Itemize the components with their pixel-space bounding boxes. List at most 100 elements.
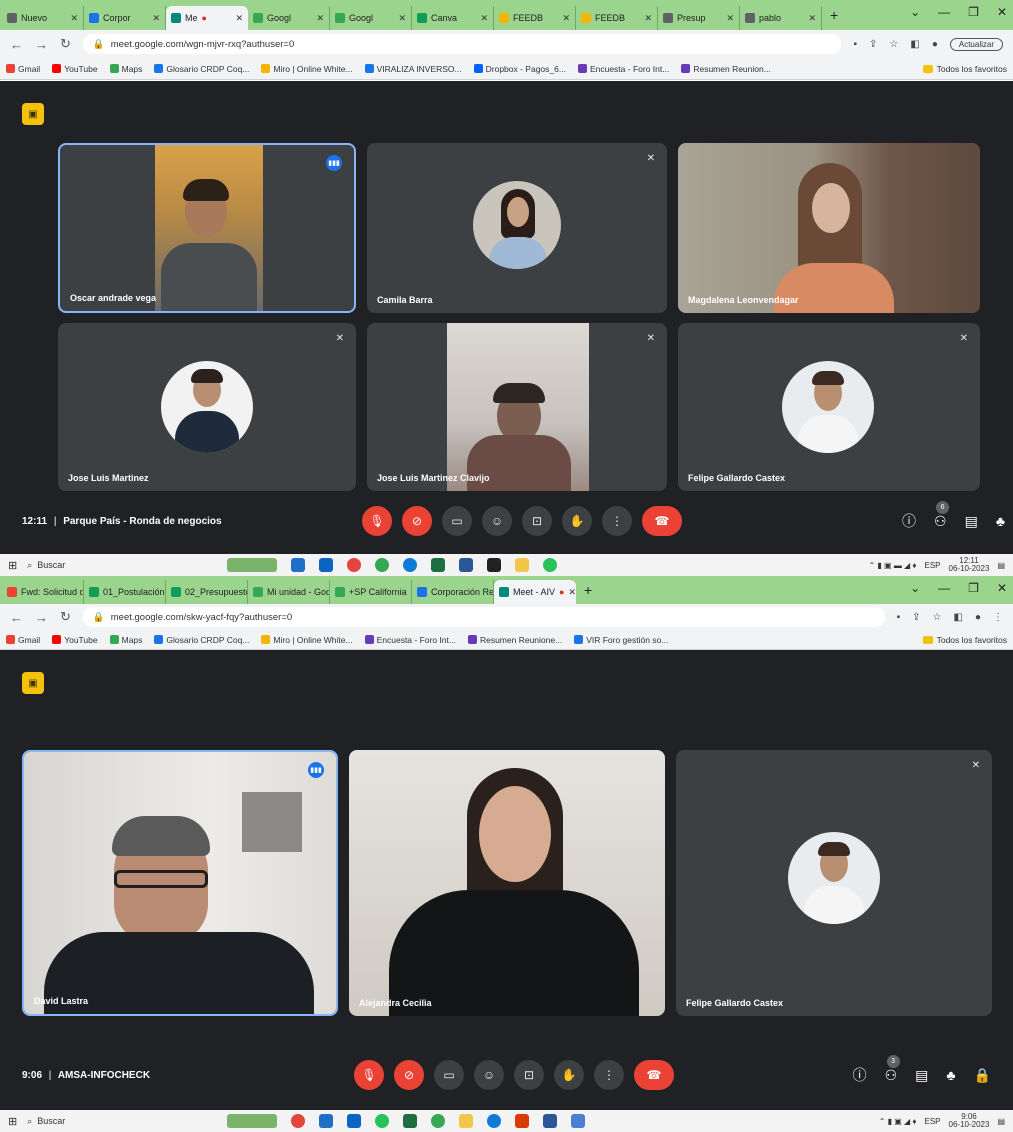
- back-icon[interactable]: ←: [10, 610, 23, 625]
- bookmark-item[interactable]: Glosario CRDP Coq...: [154, 64, 249, 74]
- raise-hand-button[interactable]: ✋: [562, 506, 592, 536]
- bookmark-item[interactable]: Maps: [109, 635, 142, 645]
- close-window-icon[interactable]: ✕: [997, 581, 1007, 595]
- camera-in-use-icon[interactable]: ▪: [853, 39, 857, 50]
- whatsapp-icon[interactable]: [375, 1114, 390, 1128]
- taskbar-clock[interactable]: 12:11 06-10-2023: [949, 557, 990, 573]
- bookmark-item[interactable]: VIRALIZA INVERSO...: [364, 64, 462, 74]
- browser-tab[interactable]: pablo ✕: [740, 6, 822, 30]
- close-tab-icon[interactable]: ✕: [398, 13, 406, 24]
- forward-icon[interactable]: →: [35, 37, 48, 52]
- star-icon[interactable]: ☆: [933, 612, 942, 623]
- browser-tab[interactable]: Googl ✕: [330, 6, 412, 30]
- browser-tab[interactable]: Nuevo ✕: [2, 6, 84, 30]
- bookmark-item[interactable]: Glosario CRDP Coq...: [154, 635, 249, 645]
- restore-icon[interactable]: ❐: [968, 581, 979, 595]
- close-tab-icon[interactable]: ✕: [235, 13, 243, 24]
- taskbar-search[interactable]: ⌕ Buscar: [27, 1116, 177, 1127]
- info-icon[interactable]: ⓘ: [853, 1065, 867, 1085]
- chrome-icon[interactable]: [431, 1114, 446, 1128]
- minimize-icon[interactable]: —: [938, 5, 950, 19]
- app-icon[interactable]: [291, 558, 306, 572]
- minimize-icon[interactable]: —: [938, 581, 950, 595]
- outlook-icon[interactable]: [319, 558, 334, 572]
- edge-icon[interactable]: [403, 558, 418, 572]
- browser-tab[interactable]: 02_Presupuesto✕: [166, 580, 248, 604]
- app-icon[interactable]: [487, 558, 502, 572]
- tab-list-icon[interactable]: ⌄: [910, 5, 920, 19]
- participant-tile[interactable]: ▮▮▮ Oscar andrade vega: [58, 143, 356, 313]
- reload-icon[interactable]: ↻: [60, 609, 71, 625]
- app-icon[interactable]: [571, 1114, 586, 1128]
- activities-icon[interactable]: ♣: [946, 1067, 955, 1083]
- widget-icon[interactable]: [227, 1114, 278, 1128]
- close-tab-icon[interactable]: ✕: [808, 13, 816, 24]
- reactions-button[interactable]: ☺: [482, 506, 512, 536]
- excel-icon[interactable]: [403, 1114, 418, 1128]
- browser-tab[interactable]: +SP California✕: [330, 580, 412, 604]
- close-tab-icon[interactable]: ✕: [480, 13, 488, 24]
- captions-button[interactable]: ▭: [434, 1060, 464, 1090]
- whatsapp-icon[interactable]: [543, 558, 558, 572]
- new-tab-icon[interactable]: +: [822, 7, 846, 23]
- bookmark-item[interactable]: YouTube: [52, 64, 98, 74]
- camera-toggle-button[interactable]: ⊘: [394, 1060, 424, 1090]
- all-bookmarks-folder[interactable]: Todos los favoritos: [922, 64, 1007, 74]
- back-icon[interactable]: ←: [10, 37, 23, 52]
- more-options-button[interactable]: ⋮: [602, 506, 632, 536]
- raise-hand-button[interactable]: ✋: [554, 1060, 584, 1090]
- participant-tile[interactable]: Magdalena Leonvendagar: [678, 143, 980, 313]
- bookmark-item[interactable]: Encuesta - Foro Int...: [364, 635, 456, 645]
- language-indicator[interactable]: ESP: [925, 1117, 941, 1126]
- browser-tab[interactable]: 01_Postulación✕: [84, 580, 166, 604]
- star-icon[interactable]: ☆: [889, 39, 898, 50]
- bookmark-item[interactable]: Encuesta - Foro Int...: [577, 64, 669, 74]
- bookmark-item[interactable]: Resumen Reunion...: [681, 64, 771, 74]
- browser-tab[interactable]: FEEDB ✕: [494, 6, 576, 30]
- bookmark-item[interactable]: Dropbox - Pagos_6...: [473, 64, 566, 74]
- tray-icons[interactable]: ⌃ ▮ ▣ ◢ ♦: [879, 1117, 917, 1126]
- share-icon[interactable]: ⇪: [912, 612, 920, 623]
- notification-icon[interactable]: ▤: [997, 561, 1005, 570]
- windows-start-icon[interactable]: ⊞: [8, 559, 17, 572]
- host-controls-icon[interactable]: 🔒: [974, 1067, 991, 1084]
- participant-tile[interactable]: Alejandra Cecilia: [349, 750, 665, 1016]
- close-tab-icon[interactable]: ✕: [316, 13, 324, 24]
- site-info-icon[interactable]: 🔒: [93, 39, 105, 50]
- mic-toggle-button[interactable]: 🎙: [354, 1060, 384, 1090]
- bookmark-item[interactable]: Gmail: [6, 64, 40, 74]
- browser-tab[interactable]: Fwd: Solicitud d✕: [2, 580, 84, 604]
- camera-off-notice-icon[interactable]: ▣: [22, 672, 44, 694]
- bookmark-item[interactable]: Miro | Online White...: [261, 64, 353, 74]
- info-icon[interactable]: ⓘ: [902, 511, 916, 531]
- browser-tab[interactable]: Meet - AIV ● ✕: [494, 580, 576, 604]
- menu-icon[interactable]: ⋮: [993, 612, 1003, 623]
- forward-icon[interactable]: →: [35, 610, 48, 625]
- present-button[interactable]: ⊡: [522, 506, 552, 536]
- bookmark-item[interactable]: VIR Foro gestión so...: [574, 635, 668, 645]
- url-field[interactable]: 🔒 meet.google.com/skw-yacf-fqy?authuser=…: [82, 607, 885, 627]
- restore-icon[interactable]: ❐: [968, 5, 979, 19]
- profile-icon[interactable]: ●: [932, 39, 938, 50]
- browser-tab[interactable]: FEEDB ✕: [576, 6, 658, 30]
- chrome-icon[interactable]: [291, 1114, 306, 1128]
- windows-start-icon[interactable]: ⊞: [8, 1115, 17, 1128]
- participant-tile[interactable]: ✕ Jose Luis Martinez Clavijo: [367, 323, 667, 491]
- tab-list-icon[interactable]: ⌄: [910, 581, 920, 595]
- new-tab-icon[interactable]: +: [576, 582, 600, 598]
- present-button[interactable]: ⊡: [514, 1060, 544, 1090]
- browser-tab[interactable]: Presup ✕: [658, 6, 740, 30]
- browser-tab[interactable]: Googl ✕: [248, 6, 330, 30]
- bookmark-item[interactable]: Gmail: [6, 635, 40, 645]
- participant-tile[interactable]: ✕ Felipe Gallardo Castex: [678, 323, 980, 491]
- browser-tab[interactable]: Mi unidad - Goo✕: [248, 580, 330, 604]
- profile-icon[interactable]: ●: [975, 612, 981, 623]
- close-tab-icon[interactable]: ✕: [568, 587, 576, 598]
- leave-call-button[interactable]: ☎: [634, 1060, 674, 1090]
- participant-tile[interactable]: ✕ Jose Luis Martinez: [58, 323, 356, 491]
- file-explorer-icon[interactable]: [459, 1114, 474, 1128]
- more-options-button[interactable]: ⋮: [594, 1060, 624, 1090]
- site-info-icon[interactable]: 🔒: [93, 612, 105, 623]
- participant-tile[interactable]: ✕ Felipe Gallardo Castex: [676, 750, 992, 1016]
- close-tab-icon[interactable]: ✕: [562, 13, 570, 24]
